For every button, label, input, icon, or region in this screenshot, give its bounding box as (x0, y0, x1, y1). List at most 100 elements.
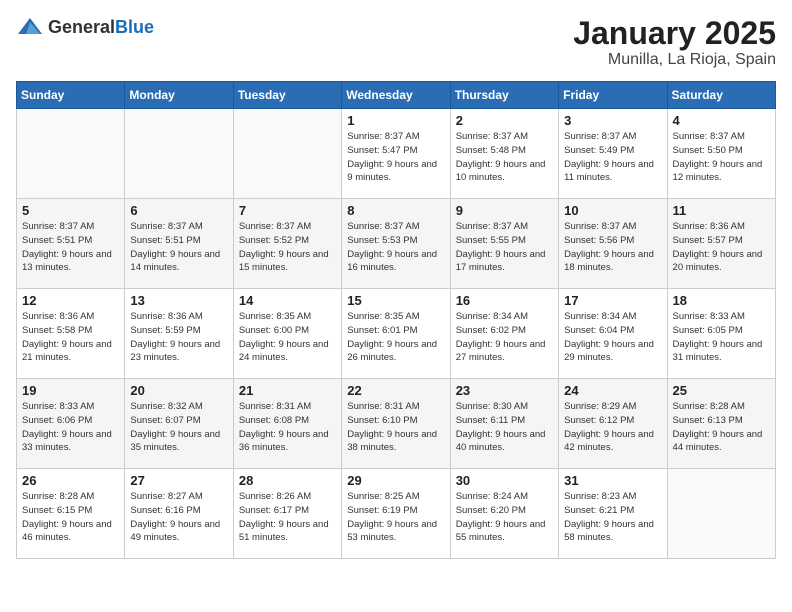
day-number: 2 (456, 113, 553, 128)
day-info: Sunrise: 8:37 AM Sunset: 5:56 PM Dayligh… (564, 220, 661, 275)
day-info: Sunrise: 8:23 AM Sunset: 6:21 PM Dayligh… (564, 490, 661, 545)
calendar-cell: 13Sunrise: 8:36 AM Sunset: 5:59 PM Dayli… (125, 289, 233, 379)
calendar-cell: 4Sunrise: 8:37 AM Sunset: 5:50 PM Daylig… (667, 109, 775, 199)
calendar-cell: 29Sunrise: 8:25 AM Sunset: 6:19 PM Dayli… (342, 469, 450, 559)
day-number: 27 (130, 473, 227, 488)
day-info: Sunrise: 8:35 AM Sunset: 6:00 PM Dayligh… (239, 310, 336, 365)
calendar-cell: 30 Sunrise: 8:24 AM Sunset: 6:20 PM Dayli… (450, 469, 558, 559)
calendar-cell: 9Sunrise: 8:37 AM Sunset: 5:55 PM Daylig… (450, 199, 558, 289)
day-info: Sunrise: 8:30 AM Sunset: 6:11 PM Dayligh… (456, 400, 553, 455)
calendar-cell: 17 Sunrise: 8:34 AM Sunset: 6:04 PM Dayli… (559, 289, 667, 379)
day-number: 7 (239, 203, 336, 218)
day-number: 30 (456, 473, 553, 488)
day-info: Sunrise: 8:33 AM Sunset: 6:06 PM Dayligh… (22, 400, 119, 455)
calendar-cell (233, 109, 341, 199)
weekday-header: Thursday (450, 82, 558, 109)
day-number: 25 (673, 383, 770, 398)
calendar-cell: 1 Sunrise: 8:37 AM Sunset: 5:47 PM Daylig… (342, 109, 450, 199)
day-number: 12 (22, 293, 119, 308)
location-subtitle: Munilla, La Rioja, Spain (573, 51, 776, 69)
day-number: 14 (239, 293, 336, 308)
calendar-cell: 6Sunrise: 8:37 AM Sunset: 5:51 PM Daylig… (125, 199, 233, 289)
calendar-body: 1 Sunrise: 8:37 AM Sunset: 5:47 PM Daylig… (17, 109, 776, 559)
day-info: Sunrise: 8:37 AM Sunset: 5:53 PM Dayligh… (347, 220, 444, 275)
weekday-header: Monday (125, 82, 233, 109)
calendar-cell: 11 Sunrise: 8:36 AM Sunset: 5:57 PM Dayli… (667, 199, 775, 289)
day-number: 5 (22, 203, 119, 218)
page-header: GeneralBlue January 2025 Munilla, La Rio… (16, 16, 776, 69)
logo-general: General (48, 17, 115, 37)
day-number: 23 (456, 383, 553, 398)
day-number: 24 (564, 383, 661, 398)
weekday-header: Tuesday (233, 82, 341, 109)
weekday-header: Saturday (667, 82, 775, 109)
day-info: Sunrise: 8:27 AM Sunset: 6:16 PM Dayligh… (130, 490, 227, 545)
calendar-cell: 21 Sunrise: 8:31 AM Sunset: 6:08 PM Dayli… (233, 379, 341, 469)
weekday-header: Friday (559, 82, 667, 109)
calendar-cell: 22Sunrise: 8:31 AM Sunset: 6:10 PM Dayli… (342, 379, 450, 469)
calendar-header: SundayMondayTuesdayWednesdayThursdayFrid… (17, 82, 776, 109)
weekday-header: Wednesday (342, 82, 450, 109)
calendar-cell: 23 Sunrise: 8:30 AM Sunset: 6:11 PM Dayli… (450, 379, 558, 469)
calendar-cell: 18 Sunrise: 8:33 AM Sunset: 6:05 PM Dayli… (667, 289, 775, 379)
calendar-cell: 12 Sunrise: 8:36 AM Sunset: 5:58 PM Dayli… (17, 289, 125, 379)
day-info: Sunrise: 8:28 AM Sunset: 6:13 PM Dayligh… (673, 400, 770, 455)
day-info: Sunrise: 8:37 AM Sunset: 5:51 PM Dayligh… (130, 220, 227, 275)
day-number: 8 (347, 203, 444, 218)
calendar-cell: 25 Sunrise: 8:28 AM Sunset: 6:13 PM Dayli… (667, 379, 775, 469)
day-number: 17 (564, 293, 661, 308)
calendar-cell: 19Sunrise: 8:33 AM Sunset: 6:06 PM Dayli… (17, 379, 125, 469)
calendar-cell: 31 Sunrise: 8:23 AM Sunset: 6:21 PM Dayli… (559, 469, 667, 559)
day-number: 15 (347, 293, 444, 308)
calendar-cell (17, 109, 125, 199)
day-info: Sunrise: 8:33 AM Sunset: 6:05 PM Dayligh… (673, 310, 770, 365)
weekday-header: Sunday (17, 82, 125, 109)
calendar-week-row: 5 Sunrise: 8:37 AM Sunset: 5:51 PM Daylig… (17, 199, 776, 289)
calendar-cell: 24 Sunrise: 8:29 AM Sunset: 6:12 PM Dayli… (559, 379, 667, 469)
day-number: 10 (564, 203, 661, 218)
calendar-cell: 28Sunrise: 8:26 AM Sunset: 6:17 PM Dayli… (233, 469, 341, 559)
day-info: Sunrise: 8:31 AM Sunset: 6:08 PM Dayligh… (239, 400, 336, 455)
day-number: 13 (130, 293, 227, 308)
day-info: Sunrise: 8:29 AM Sunset: 6:12 PM Dayligh… (564, 400, 661, 455)
calendar-cell: 3 Sunrise: 8:37 AM Sunset: 5:49 PM Daylig… (559, 109, 667, 199)
day-info: Sunrise: 8:37 AM Sunset: 5:49 PM Dayligh… (564, 130, 661, 185)
day-info: Sunrise: 8:37 AM Sunset: 5:51 PM Dayligh… (22, 220, 119, 275)
calendar-week-row: 19Sunrise: 8:33 AM Sunset: 6:06 PM Dayli… (17, 379, 776, 469)
calendar-cell: 7Sunrise: 8:37 AM Sunset: 5:52 PM Daylig… (233, 199, 341, 289)
calendar-week-row: 12 Sunrise: 8:36 AM Sunset: 5:58 PM Dayli… (17, 289, 776, 379)
title-area: January 2025 Munilla, La Rioja, Spain (573, 16, 776, 69)
day-number: 21 (239, 383, 336, 398)
day-number: 31 (564, 473, 661, 488)
day-number: 29 (347, 473, 444, 488)
day-number: 18 (673, 293, 770, 308)
calendar-cell: 27 Sunrise: 8:27 AM Sunset: 6:16 PM Dayli… (125, 469, 233, 559)
calendar-cell: 20Sunrise: 8:32 AM Sunset: 6:07 PM Dayli… (125, 379, 233, 469)
day-info: Sunrise: 8:36 AM Sunset: 5:58 PM Dayligh… (22, 310, 119, 365)
day-number: 1 (347, 113, 444, 128)
day-info: Sunrise: 8:28 AM Sunset: 6:15 PM Dayligh… (22, 490, 119, 545)
day-number: 11 (673, 203, 770, 218)
day-info: Sunrise: 8:36 AM Sunset: 5:57 PM Dayligh… (673, 220, 770, 275)
day-info: Sunrise: 8:34 AM Sunset: 6:02 PM Dayligh… (456, 310, 553, 365)
calendar-table: SundayMondayTuesdayWednesdayThursdayFrid… (16, 81, 776, 559)
calendar-week-row: 26Sunrise: 8:28 AM Sunset: 6:15 PM Dayli… (17, 469, 776, 559)
calendar-cell: 15Sunrise: 8:35 AM Sunset: 6:01 PM Dayli… (342, 289, 450, 379)
day-info: Sunrise: 8:34 AM Sunset: 6:04 PM Dayligh… (564, 310, 661, 365)
day-number: 3 (564, 113, 661, 128)
day-info: Sunrise: 8:31 AM Sunset: 6:10 PM Dayligh… (347, 400, 444, 455)
day-number: 9 (456, 203, 553, 218)
calendar-cell (667, 469, 775, 559)
calendar-cell: 16Sunrise: 8:34 AM Sunset: 6:02 PM Dayli… (450, 289, 558, 379)
day-info: Sunrise: 8:37 AM Sunset: 5:47 PM Dayligh… (347, 130, 444, 185)
day-info: Sunrise: 8:24 AM Sunset: 6:20 PM Dayligh… (456, 490, 553, 545)
weekday-header-row: SundayMondayTuesdayWednesdayThursdayFrid… (17, 82, 776, 109)
calendar-cell: 10 Sunrise: 8:37 AM Sunset: 5:56 PM Dayli… (559, 199, 667, 289)
calendar-cell (125, 109, 233, 199)
calendar-cell: 14 Sunrise: 8:35 AM Sunset: 6:00 PM Dayli… (233, 289, 341, 379)
calendar-cell: 2 Sunrise: 8:37 AM Sunset: 5:48 PM Daylig… (450, 109, 558, 199)
logo-blue: Blue (115, 17, 154, 37)
day-info: Sunrise: 8:37 AM Sunset: 5:48 PM Dayligh… (456, 130, 553, 185)
calendar-cell: 26Sunrise: 8:28 AM Sunset: 6:15 PM Dayli… (17, 469, 125, 559)
day-number: 4 (673, 113, 770, 128)
